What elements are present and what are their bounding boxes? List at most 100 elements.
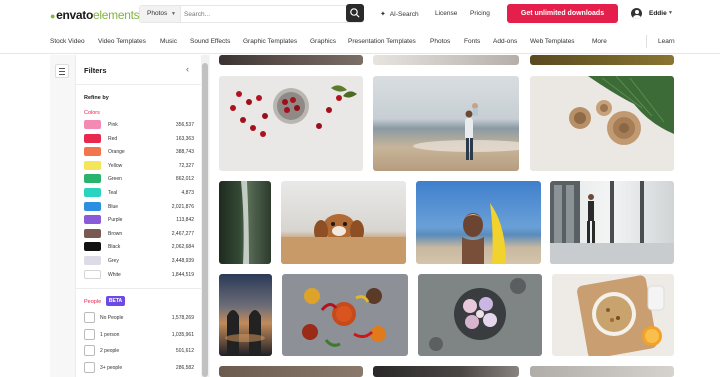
nav-presentation-templates[interactable]: Presentation Templates (348, 38, 416, 45)
color-swatch (84, 133, 101, 143)
color-filter-orange[interactable]: Orange 388,743 (84, 147, 194, 157)
user-avatar-icon[interactable] (631, 8, 642, 19)
color-filter-pink[interactable]: Pink 356,537 (84, 120, 194, 130)
nav-music[interactable]: Music (160, 38, 177, 45)
color-swatch (84, 160, 101, 170)
photo-thumbnail[interactable] (219, 55, 363, 65)
colors-label: Colors (84, 110, 100, 116)
color-swatch (84, 201, 101, 211)
color-swatch (84, 174, 101, 184)
sparkle-icon: ✦ (380, 11, 386, 18)
sidebar-scrollbar[interactable] (201, 55, 209, 377)
color-filter-teal[interactable]: Teal 4,873 (84, 188, 194, 198)
chevron-left-icon[interactable]: ‹ (186, 64, 189, 74)
color-swatch (84, 256, 101, 265)
photo-spices-and-chili-peppers[interactable] (282, 274, 408, 356)
people-filter-no-people[interactable]: No People 1,578,269 (84, 312, 194, 324)
license-link[interactable]: License (435, 10, 457, 17)
photo-thumbnail[interactable] (373, 55, 519, 65)
nav-graphic-templates[interactable]: Graphic Templates (243, 38, 297, 45)
color-filter-grey[interactable]: Grey 3,448,939 (84, 256, 194, 266)
photo-granola-breakfast-bowl[interactable] (552, 274, 674, 356)
color-filter-brown[interactable]: Brown 2,467,277 (84, 228, 194, 239)
spices-image (302, 288, 386, 347)
checkbox[interactable] (84, 345, 95, 356)
color-filter-green[interactable]: Green 862,012 (84, 174, 194, 184)
people-filter-2-people[interactable]: 2 people 501,612 (84, 345, 194, 357)
color-filter-purple[interactable]: Purple 113,842 (84, 215, 194, 225)
bowls-image (569, 76, 674, 145)
surfer-image (462, 203, 506, 264)
color-swatch (84, 269, 101, 279)
leaf-icon: ● (50, 11, 56, 21)
beach-image (413, 103, 519, 160)
ai-search-link[interactable]: ✦ AI-Search (380, 10, 419, 18)
photo-wooden-bowls-and-palm-leaf[interactable] (530, 76, 674, 171)
envato-elements-logo[interactable]: ●envatoelements (50, 8, 140, 22)
nav-sound-effects[interactable]: Sound Effects (190, 38, 230, 45)
nav-more[interactable]: More (592, 38, 607, 45)
filter-toggle-button[interactable] (55, 64, 69, 78)
nav-graphics[interactable]: Graphics (310, 38, 336, 45)
photo-dog-peeking-over-table[interactable] (281, 181, 406, 264)
filters-title: Filters (84, 66, 107, 75)
mosque-image (225, 310, 265, 356)
search-category-select[interactable]: Photos ▼ (140, 6, 181, 22)
nav-divider (646, 35, 647, 48)
refine-by-label: Refine by (84, 95, 109, 101)
photo-thumbnail[interactable] (530, 366, 674, 377)
nav-web-templates[interactable]: Web Templates (530, 38, 575, 45)
top-bar: ●envatoelements Photos ▼ ✦ AI-Search Lic… (0, 0, 720, 29)
search-icon (350, 8, 360, 18)
user-name[interactable]: Eddie (649, 10, 667, 17)
photo-woman-with-yellow-surfboard[interactable] (416, 181, 541, 264)
cherries-image (230, 85, 357, 137)
scrollbar-thumb[interactable] (202, 63, 208, 377)
chevron-down-icon[interactable]: ▼ (668, 10, 673, 16)
color-filter-yellow[interactable]: Yellow 72,327 (84, 160, 194, 171)
checkbox[interactable] (84, 312, 95, 323)
nav-stock-video[interactable]: Stock Video (50, 38, 85, 45)
get-unlimited-downloads-button[interactable]: Get unlimited downloads (507, 4, 618, 23)
nav-fonts[interactable]: Fonts (464, 38, 480, 45)
divider (76, 288, 202, 289)
beta-badge: BETA (106, 296, 125, 306)
search-bar: Photos ▼ (139, 5, 364, 23)
color-swatch (84, 147, 101, 157)
photo-mosque-at-sunset[interactable] (219, 274, 272, 356)
granola-image (577, 275, 665, 356)
nav-photos[interactable]: Photos (430, 38, 450, 45)
checkbox[interactable] (84, 361, 95, 373)
color-swatch (84, 242, 101, 252)
people-filter-3-plus-people[interactable]: 3+ people 286,582 (84, 361, 194, 374)
color-filter-black[interactable]: Black 2,062,684 (84, 242, 194, 252)
search-button[interactable] (346, 4, 364, 22)
people-filter-1-person[interactable]: 1 person 1,035,961 (84, 328, 194, 341)
pricing-link[interactable]: Pricing (470, 10, 490, 17)
color-swatch (84, 228, 101, 238)
divider (76, 84, 202, 85)
filters-sidebar: Filters ‹ Refine by Colors Pink 356,537 … (75, 55, 202, 377)
search-input[interactable] (184, 8, 334, 20)
color-swatch (84, 215, 101, 225)
photo-man-holding-child-on-beach[interactable] (373, 76, 519, 171)
nav-video-templates[interactable]: Video Templates (98, 38, 146, 45)
nav-learn[interactable]: Learn (658, 38, 675, 45)
photo-forest-waterfall[interactable] (219, 181, 271, 264)
photo-thumbnail[interactable] (530, 55, 674, 65)
color-filter-white[interactable]: White 1,844,519 (84, 269, 194, 280)
photo-ice-cream-bowls-top-view[interactable] (418, 274, 542, 356)
checkbox[interactable] (84, 328, 95, 340)
gym-image (550, 181, 674, 264)
people-label: People (84, 299, 102, 305)
photo-thumbnail[interactable] (219, 366, 363, 377)
photo-thumbnail[interactable] (373, 366, 519, 377)
color-filter-red[interactable]: Red 163,363 (84, 133, 194, 144)
photo-man-stretching-in-gym[interactable] (550, 181, 674, 264)
color-swatch (84, 120, 101, 129)
color-swatch (84, 188, 101, 197)
color-filter-blue[interactable]: Blue 2,021,876 (84, 201, 194, 212)
ice-cream-image (429, 278, 526, 351)
photo-cherries-on-white-table[interactable] (219, 76, 363, 171)
nav-add-ons[interactable]: Add-ons (493, 38, 517, 45)
